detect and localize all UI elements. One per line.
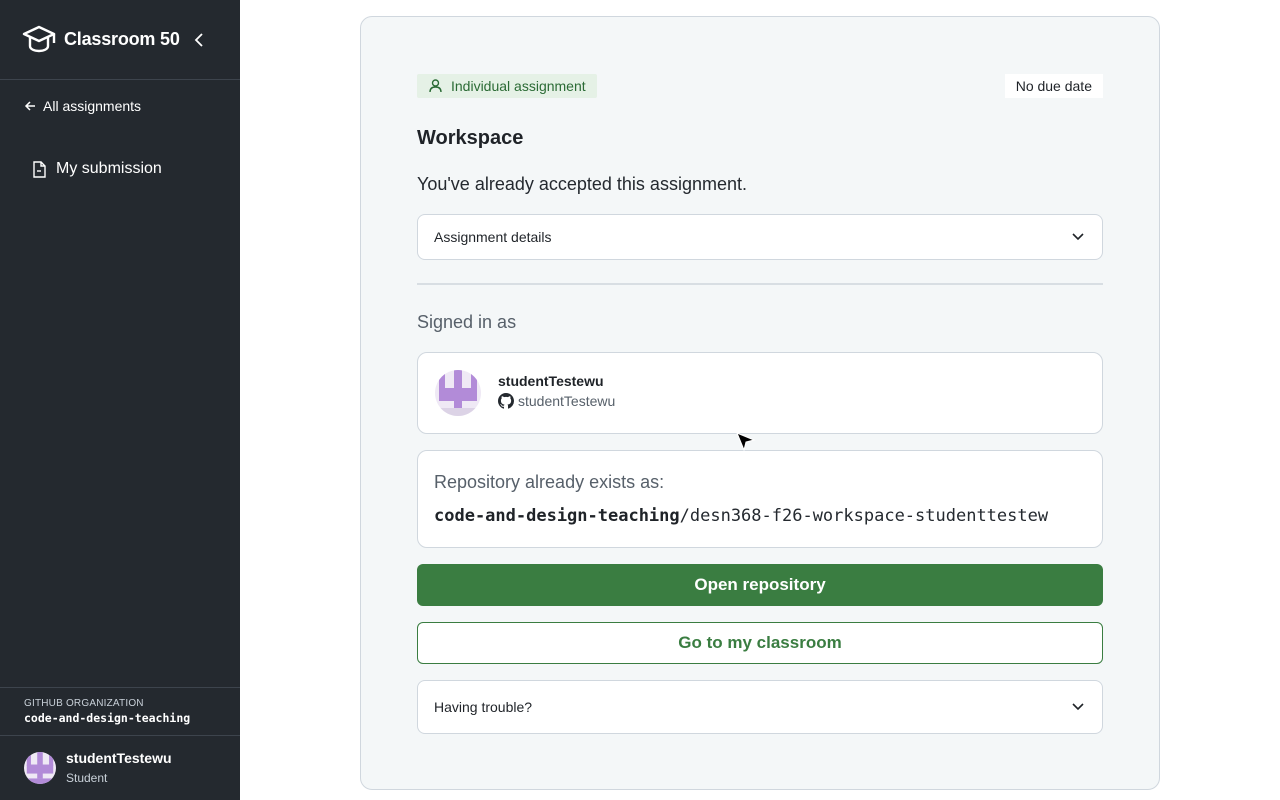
- repo-name: /desn368-f26-workspace-studenttestew: [679, 506, 1049, 526]
- avatar: [435, 370, 481, 416]
- open-repository-button[interactable]: Open repository: [417, 564, 1103, 606]
- signed-in-label: Signed in as: [417, 312, 517, 332]
- collapse-sidebar-chevron-left-icon[interactable]: [190, 31, 208, 49]
- sidebar-item-label: My submission: [56, 160, 162, 177]
- sidebar: Classroom 50 All assignments My submissi…: [0, 0, 240, 800]
- avatar: [24, 751, 56, 784]
- all-assignments-label: All assignments: [43, 98, 142, 114]
- all-assignments-link[interactable]: All assignments: [24, 98, 141, 114]
- divider: [417, 283, 1103, 285]
- app-title: Classroom 50: [64, 29, 180, 49]
- user-name: studentTestewu: [66, 750, 172, 766]
- github-icon: [498, 393, 514, 409]
- github-organization: GITHUB ORGANIZATION code-and-design-teac…: [0, 687, 240, 736]
- assignment-details-label: Assignment details: [434, 229, 552, 245]
- graduation-cap-icon: [22, 23, 56, 57]
- chevron-down-icon: [1072, 230, 1086, 244]
- arrow-left-icon: [24, 99, 38, 113]
- sidebar-item-my-submission[interactable]: My submission: [32, 160, 162, 178]
- github-username: studentTestewu: [498, 393, 615, 409]
- go-to-classroom-button[interactable]: Go to my classroom: [417, 622, 1103, 664]
- repo-org: code-and-design-teaching: [434, 506, 680, 526]
- current-user[interactable]: studentTestewu Student: [24, 750, 172, 785]
- person-icon: [429, 79, 443, 93]
- org-label: GITHUB ORGANIZATION: [24, 698, 144, 709]
- assignment-card: Individual assignment No due date Worksp…: [360, 16, 1160, 790]
- repo-exists-label: Repository already exists as:: [434, 472, 665, 492]
- brand-header: Classroom 50: [0, 0, 240, 80]
- assignment-details-toggle[interactable]: Assignment details: [417, 214, 1103, 260]
- org-name: code-and-design-teaching: [24, 711, 191, 725]
- having-trouble-label: Having trouble?: [434, 699, 533, 715]
- repo-path: code-and-design-teaching/desn368-f26-wor…: [434, 506, 1048, 526]
- user-name: studentTestewu: [498, 373, 604, 389]
- chevron-down-icon: [1072, 700, 1086, 714]
- assignment-type-badge: Individual assignment: [417, 74, 597, 98]
- user-role: Student: [66, 771, 108, 785]
- signed-in-user: studentTestewu studentTestewu: [417, 352, 1103, 434]
- acceptance-status: You've already accepted this assignment.: [417, 174, 747, 194]
- badge-label: Individual assignment: [451, 78, 586, 94]
- page-title: Workspace: [417, 127, 524, 149]
- github-username-label: studentTestewu: [518, 393, 616, 409]
- due-date: No due date: [1004, 74, 1103, 98]
- document-icon: [32, 160, 48, 178]
- repository-info: Repository already exists as: code-and-d…: [417, 450, 1103, 548]
- having-trouble-toggle[interactable]: Having trouble?: [417, 680, 1103, 734]
